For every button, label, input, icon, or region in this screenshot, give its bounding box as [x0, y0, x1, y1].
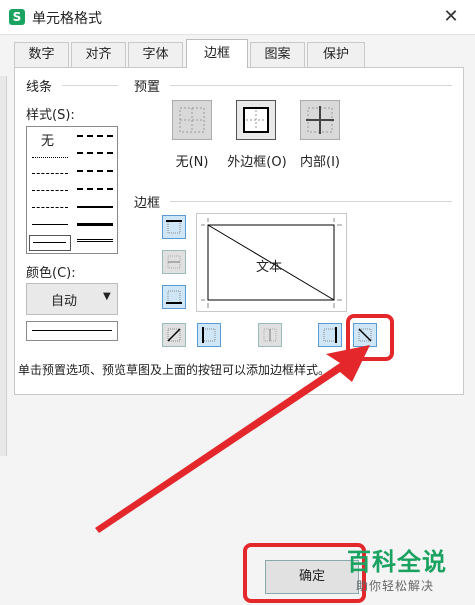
watermark-subtitle: 助你轻松解决: [356, 579, 435, 593]
annotation-arrow-icon: [95, 345, 370, 533]
watermark-title: 百科全说: [347, 548, 447, 576]
tab-border[interactable]: 边框: [186, 39, 248, 68]
